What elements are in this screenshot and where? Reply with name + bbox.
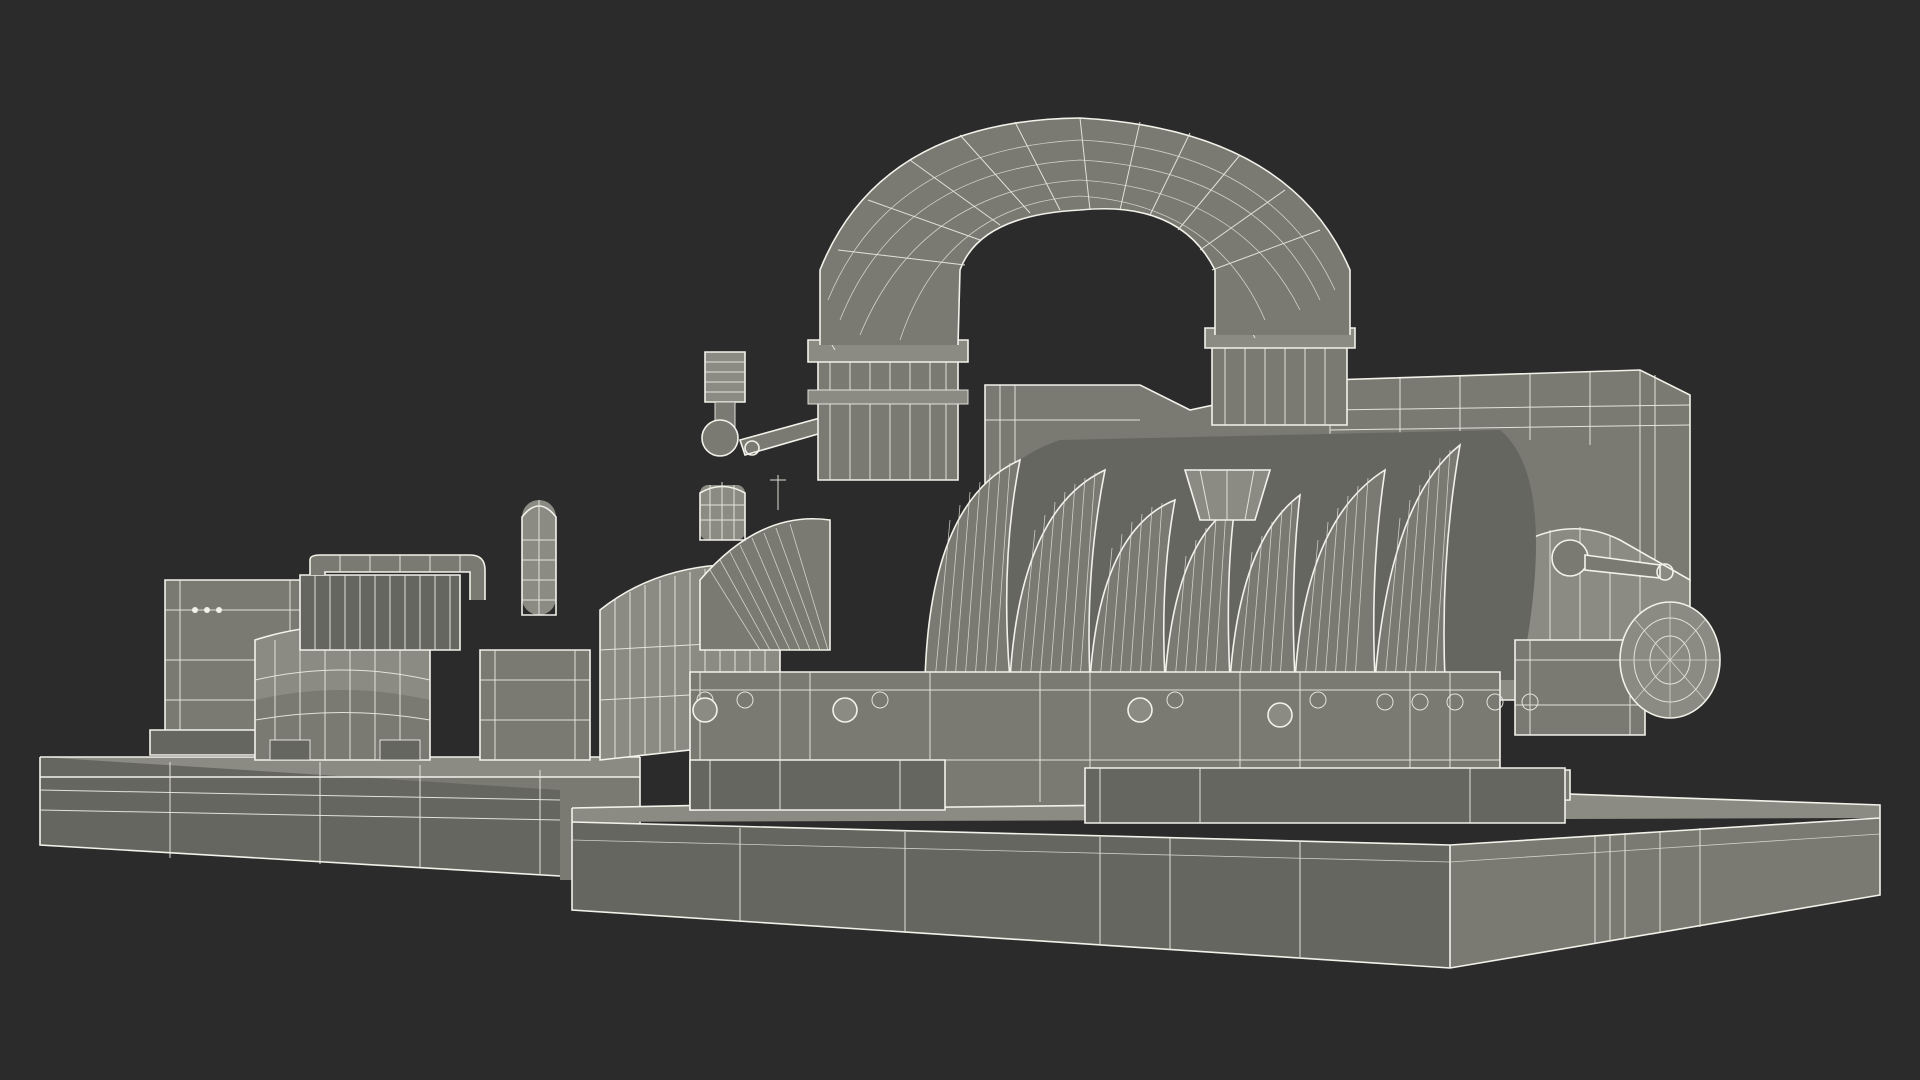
governor-disc-housing (1619, 601, 1721, 719)
crossover-pipe-arch (819, 117, 1351, 346)
render-viewport (0, 0, 1920, 1080)
oil-tank-tower (521, 500, 557, 616)
lp-turbine-center-cone (1183, 469, 1272, 521)
crossover-pipe-left-flange (807, 324, 969, 481)
stop-valve-actuator-arm (701, 417, 827, 457)
steam-turbine-wireframe-render (39, 117, 1881, 969)
coupling-block (479, 649, 591, 761)
generator-stator-rings (299, 574, 461, 651)
left-base-platform (39, 756, 641, 880)
lp-turbine-rotor-blades (924, 430, 1536, 681)
